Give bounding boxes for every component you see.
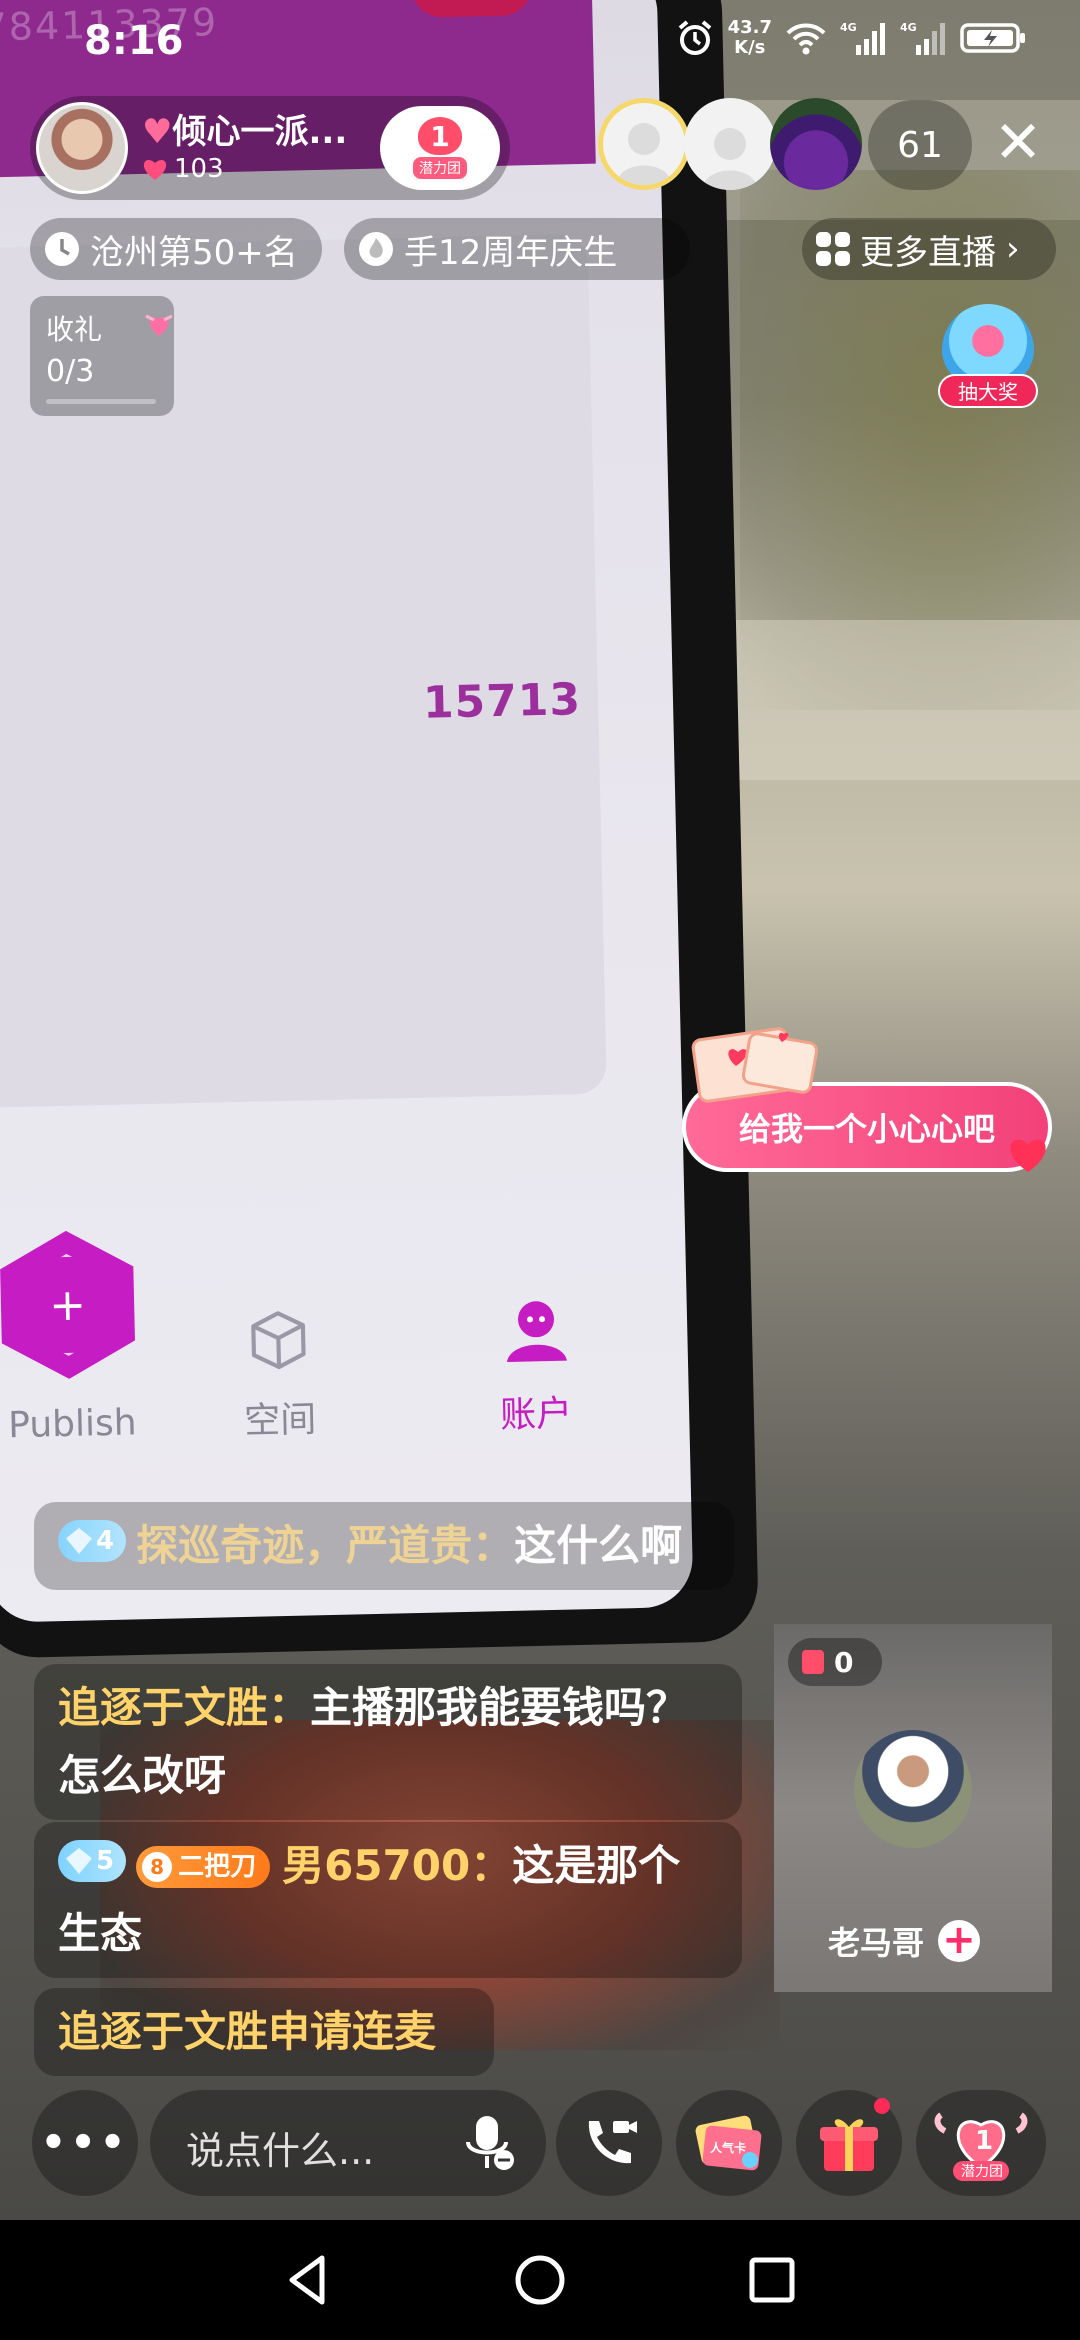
filmed-phone-number: 15713 xyxy=(422,674,582,729)
fan-club-button-label: 潜力团 xyxy=(961,2164,1003,2180)
phone-call-icon xyxy=(588,2121,637,2164)
streamer-avatar[interactable] xyxy=(36,102,128,194)
chat-message: 5 8 二把刀 男65700：这是那个生态 xyxy=(34,1822,742,1978)
battery-charging-icon xyxy=(960,23,1025,53)
sparkle-heart-icon: ♥ xyxy=(142,112,173,152)
home-icon[interactable] xyxy=(510,2250,570,2310)
popularity-card-label: 人气卡 xyxy=(710,2140,746,2155)
co-host-avatar[interactable] xyxy=(854,1730,972,1848)
gift-box-icon xyxy=(820,2119,878,2171)
viewer-avatar[interactable] xyxy=(684,98,776,190)
gift-task-label: 收礼 xyxy=(46,313,103,346)
co-host-call-button[interactable] xyxy=(556,2090,662,2196)
diamond-icon xyxy=(66,1848,92,1874)
close-icon[interactable]: ✕ xyxy=(986,110,1050,174)
streamer-likes: 103 xyxy=(142,154,224,184)
network-speed: 43.7 K/s xyxy=(727,17,772,58)
chat-message: 4 探巡奇迹，严道贵：这什么啊 xyxy=(34,1502,734,1590)
diamond-icon xyxy=(66,1528,92,1554)
gift-icon xyxy=(802,1650,824,1674)
alarm-icon xyxy=(678,20,711,55)
co-host-gift-count: 0 xyxy=(788,1638,882,1686)
flame-icon xyxy=(359,232,393,266)
chat-username[interactable]: 探巡奇迹，严道贵 xyxy=(136,1521,472,1570)
chat-system-message: 追逐于文胜申请连麦 xyxy=(34,1988,494,2076)
love-letter-icon xyxy=(691,1027,819,1103)
status-bar: 8:16 43.7 K/s 4G 4G xyxy=(0,0,1080,90)
user-level-badge: 5 xyxy=(58,1840,127,1882)
more-options-button[interactable]: ••• xyxy=(32,2090,138,2196)
popularity-card-button[interactable]: 人气卡 xyxy=(676,2090,782,2196)
chat-username[interactable]: 追逐于文胜 xyxy=(58,1683,268,1732)
viewer-count[interactable]: 61 xyxy=(868,100,972,190)
signal-type-2: 4G xyxy=(900,21,917,34)
chat-username[interactable]: 追逐于文胜 xyxy=(58,2007,268,2056)
clock-icon xyxy=(45,232,79,266)
recent-apps-icon[interactable] xyxy=(742,2250,802,2310)
heart-icon xyxy=(143,160,167,180)
lottery-button[interactable]: 抽大奖 xyxy=(930,298,1046,414)
microphone-icon[interactable] xyxy=(458,2112,518,2174)
fan-club-button[interactable]: 1 潜力团 xyxy=(916,2090,1046,2196)
fan-club-tag: 8 二把刀 xyxy=(136,1846,271,1888)
winged-heart-icon xyxy=(145,314,173,336)
ticket-icon: 人气卡 xyxy=(695,2115,762,2171)
person-icon xyxy=(506,1301,567,1362)
filmed-tab-space: 空间 xyxy=(243,1399,317,1442)
fan-club-label: 潜力团 xyxy=(413,157,467,179)
chat-message: 追逐于文胜：主播那我能要钱吗？怎么改呀 xyxy=(34,1664,742,1820)
gift-task-progress-bar xyxy=(46,399,156,404)
more-live-button[interactable]: 更多直播 › xyxy=(802,218,1056,280)
gift-task-widget[interactable]: 收礼 0/3 xyxy=(30,296,174,416)
co-host-name: 老马哥 + xyxy=(828,1918,981,1964)
filmed-tab-publish: Publish xyxy=(7,1402,138,1447)
top-viewers xyxy=(598,98,862,190)
city-rank-chip[interactable]: 沧州第50+名 xyxy=(30,218,322,280)
event-chip[interactable]: 手12周年庆生 xyxy=(344,218,690,280)
chat-username[interactable]: 男65700 xyxy=(282,1841,470,1890)
cube-icon xyxy=(251,1311,306,1370)
gift-button[interactable] xyxy=(796,2090,902,2196)
fan-club-level: 1 xyxy=(418,117,462,155)
chevron-right-icon: › xyxy=(1006,229,1020,269)
streamer-profile[interactable]: ♥倾心一派... 103 1 潜力团 xyxy=(30,96,510,200)
comment-input[interactable]: 说点什么... xyxy=(150,2090,546,2196)
default-user-icon xyxy=(616,123,672,185)
filmed-tab-account: 账户 xyxy=(499,1393,573,1437)
comment-placeholder: 说点什么... xyxy=(186,2129,375,2173)
notification-dot xyxy=(874,2098,890,2114)
wifi-icon xyxy=(786,23,826,55)
fan-club-badge[interactable]: 1 潜力团 xyxy=(380,106,500,190)
default-user-icon xyxy=(702,128,758,190)
user-level-badge: 4 xyxy=(58,1520,127,1562)
chat-text: 这什么啊 xyxy=(514,1521,683,1570)
back-icon[interactable] xyxy=(278,2250,338,2310)
system-navigation-bar xyxy=(0,2220,1080,2340)
signal-type-1: 4G xyxy=(840,21,857,34)
lottery-label: 抽大奖 xyxy=(938,374,1038,408)
gift-task-progress: 0/3 xyxy=(46,354,95,389)
filmed-publish-icon: + xyxy=(0,1229,143,1380)
background-light xyxy=(680,620,1080,780)
streamer-name: ♥倾心一派... xyxy=(142,112,348,152)
co-host-window[interactable]: 0 老马哥 + xyxy=(774,1624,1052,1992)
grid-icon xyxy=(816,232,850,266)
follow-plus-icon[interactable]: + xyxy=(938,1920,981,1962)
status-time: 8:16 xyxy=(84,18,184,64)
chat-system-text: 申请连麦 xyxy=(268,2007,437,2056)
cellular-signal-icon: 4G xyxy=(840,21,885,55)
cellular-signal-2-icon: 4G xyxy=(900,21,945,55)
fan-club-heart-icon: 1 潜力团 xyxy=(934,2112,1028,2181)
viewer-avatar[interactable] xyxy=(770,98,862,190)
fan-club-button-level: 1 xyxy=(975,2126,993,2156)
status-icons: 43.7 K/s 4G 4G xyxy=(676,18,1026,58)
heart-icon xyxy=(1010,1139,1046,1172)
viewer-avatar[interactable] xyxy=(598,98,690,190)
